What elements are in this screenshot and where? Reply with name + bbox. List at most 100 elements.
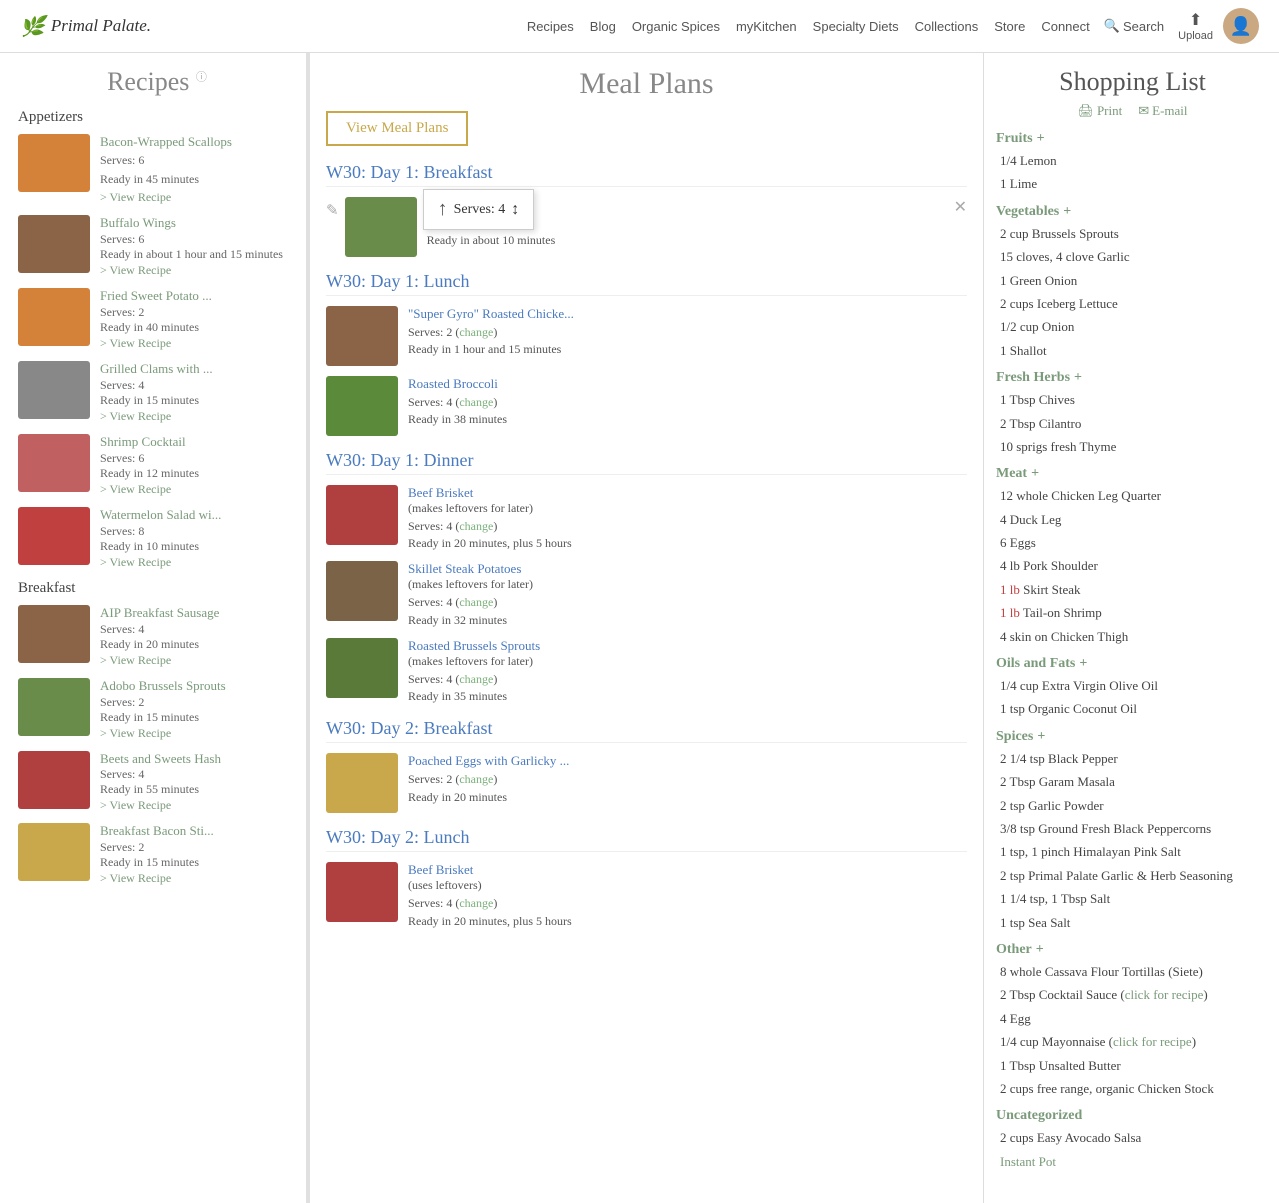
recipe-name-link[interactable]: Breakfast Bacon Sti...	[100, 823, 214, 840]
meal-name-link[interactable]: Skillet Steak Potatoes	[408, 561, 533, 577]
shop-item: 1/4 cup Mayonnaise (click for recipe)	[996, 1030, 1269, 1053]
meal-serves: Serves: 4 (change)	[408, 516, 572, 536]
view-recipe-link[interactable]: > View Recipe	[100, 190, 171, 204]
meal-name-link[interactable]: "Super Gyro" Roasted Chicke...	[408, 306, 574, 322]
day-title: W30: Day 2: Breakfast	[326, 718, 967, 743]
tooltip-arrow: ↑	[438, 198, 448, 221]
recipe-thumb	[18, 288, 90, 346]
change-serves[interactable]: change	[459, 772, 493, 786]
plus-icon[interactable]: +	[1037, 131, 1045, 147]
nav-organic-spices[interactable]: Organic Spices	[632, 19, 720, 34]
view-recipe-link[interactable]: > View Recipe	[100, 798, 171, 812]
shop-section-other: Other + 8 whole Cassava Flour Tortillas …	[996, 942, 1269, 1100]
recipe-serves: Serves: 4	[100, 622, 219, 637]
meal-name-link[interactable]: Poached Eggs with Garlicky ...	[408, 753, 569, 769]
nav-logo[interactable]: 🌿 Primal Palate.	[20, 14, 210, 39]
shop-item: 1 lb Tail-on Shrimp	[996, 601, 1269, 624]
shop-item: 2 1/4 tsp Black Pepper	[996, 747, 1269, 770]
shop-item: 3/8 tsp Ground Fresh Black Peppercorns	[996, 817, 1269, 840]
close-meal-button[interactable]: ✕	[954, 197, 967, 217]
plus-icon[interactable]: +	[1031, 466, 1039, 482]
nav-connect[interactable]: Connect	[1041, 19, 1089, 34]
shop-section-title: Spices +	[996, 729, 1269, 745]
plus-icon[interactable]: +	[1037, 729, 1045, 745]
shop-item: 1 lb Skirt Steak	[996, 578, 1269, 601]
edit-meal-button[interactable]: ✎	[326, 201, 339, 219]
recipe-name-link[interactable]: Beets and Sweets Hash	[100, 751, 221, 768]
change-serves[interactable]: change	[459, 325, 493, 339]
shop-item: 1 Tbsp Chives	[996, 388, 1269, 411]
view-recipe-link[interactable]: > View Recipe	[100, 263, 171, 277]
recipe-thumb	[18, 678, 90, 736]
nav-mykitchen[interactable]: myKitchen	[736, 19, 797, 34]
shop-section-title: Oils and Fats +	[996, 656, 1269, 672]
nav-bar: 🌿 Primal Palate. Recipes Blog Organic Sp…	[0, 0, 1279, 53]
recipe-name-link[interactable]: Bacon-Wrapped Scallops	[100, 134, 232, 151]
recipe-name-link[interactable]: Grilled Clams with ...	[100, 361, 213, 378]
meal-serves: Serves: 4 (change)	[408, 669, 540, 689]
instant-pot-link[interactable]: Instant Pot	[1000, 1154, 1056, 1169]
mayo-link[interactable]: click for recipe	[1113, 1034, 1192, 1049]
shop-item: 2 cups free range, organic Chicken Stock	[996, 1077, 1269, 1100]
recipe-info: Adobo Brussels Sprouts Serves: 2 Ready i…	[100, 678, 226, 741]
view-recipe-link[interactable]: > View Recipe	[100, 482, 171, 496]
recipe-item: Grilled Clams with ... Serves: 4 Ready i…	[18, 361, 296, 424]
search-label: Search	[1123, 19, 1164, 34]
shop-section-title: Uncategorized	[996, 1108, 1269, 1124]
plus-icon[interactable]: +	[1074, 370, 1082, 386]
sidebar-title: Recipes ⓘ	[18, 67, 296, 97]
plus-icon[interactable]: +	[1079, 656, 1087, 672]
recipe-name-link[interactable]: Buffalo Wings	[100, 215, 283, 232]
view-recipe-link[interactable]: > View Recipe	[100, 336, 171, 350]
nav-avatar[interactable]: 👤	[1223, 8, 1259, 44]
view-meal-plans-button[interactable]: View Meal Plans	[326, 111, 468, 146]
change-serves[interactable]: change	[459, 672, 493, 686]
plus-icon[interactable]: +	[1036, 942, 1044, 958]
nav-recipes[interactable]: Recipes	[527, 19, 574, 34]
shop-section-oils: Oils and Fats + 1/4 cup Extra Virgin Oli…	[996, 656, 1269, 721]
shop-section-title: Meat +	[996, 466, 1269, 482]
change-serves[interactable]: change	[459, 896, 493, 910]
change-serves[interactable]: change	[459, 395, 493, 409]
meal-item: Roasted Brussels Sprouts (makes leftover…	[326, 638, 967, 704]
meal-item: "Super Gyro" Roasted Chicke... Serves: 2…	[326, 306, 967, 366]
shop-item: 1 Lime	[996, 172, 1269, 195]
view-recipe-link[interactable]: > View Recipe	[100, 726, 171, 740]
meal-name-link[interactable]: Beef Brisket	[408, 485, 572, 501]
shop-item: 1/4 cup Extra Virgin Olive Oil	[996, 674, 1269, 697]
cocktail-sauce-link[interactable]: click for recipe	[1125, 987, 1204, 1002]
recipe-name-link[interactable]: Shrimp Cocktail	[100, 434, 199, 451]
nav-blog[interactable]: Blog	[590, 19, 616, 34]
meal-note: (uses leftovers)	[408, 878, 572, 893]
change-serves[interactable]: change	[459, 519, 493, 533]
recipe-ready: Ready in 45 minutes	[100, 170, 232, 189]
shop-item: 8 whole Cassava Flour Tortillas (Siete)	[996, 960, 1269, 983]
plus-icon[interactable]: +	[1063, 204, 1071, 220]
meal-thumb	[326, 376, 398, 436]
recipe-name-link[interactable]: Adobo Brussels Sprouts	[100, 678, 226, 695]
view-recipe-link[interactable]: > View Recipe	[100, 555, 171, 569]
change-serves[interactable]: change	[459, 595, 493, 609]
email-link[interactable]: ✉ E-mail	[1138, 103, 1187, 119]
meal-name-link[interactable]: Roasted Brussels Sprouts	[408, 638, 540, 654]
nav-search[interactable]: 🔍 Search	[1104, 18, 1164, 34]
shop-item: 1 Green Onion	[996, 269, 1269, 292]
nav-collections[interactable]: Collections	[915, 19, 979, 34]
shopping-actions: 🖨 Print ✉ E-mail	[996, 103, 1269, 119]
recipe-name-link[interactable]: Watermelon Salad wi...	[100, 507, 221, 524]
nav-store[interactable]: Store	[994, 19, 1025, 34]
shop-item: 4 Egg	[996, 1007, 1269, 1030]
nav-specialty-diets[interactable]: Specialty Diets	[813, 19, 899, 34]
recipe-name-link[interactable]: AIP Breakfast Sausage	[100, 605, 219, 622]
shop-section-herbs: Fresh Herbs + 1 Tbsp Chives 2 Tbsp Cilan…	[996, 370, 1269, 458]
view-recipe-link[interactable]: > View Recipe	[100, 653, 171, 667]
view-recipe-link[interactable]: > View Recipe	[100, 871, 171, 885]
recipe-item: Bacon-Wrapped Scallops Serves: 6 Ready i…	[18, 134, 296, 205]
print-link[interactable]: 🖨 Print	[1077, 103, 1122, 119]
meal-name-link[interactable]: Roasted Broccoli	[408, 376, 507, 392]
nav-upload[interactable]: ⬆ Upload	[1178, 10, 1213, 42]
recipe-name-link[interactable]: Fried Sweet Potato ...	[100, 288, 212, 305]
view-recipe-link[interactable]: > View Recipe	[100, 409, 171, 423]
shop-item: 1 Shallot	[996, 339, 1269, 362]
meal-name-link[interactable]: Beef Brisket	[408, 862, 572, 878]
